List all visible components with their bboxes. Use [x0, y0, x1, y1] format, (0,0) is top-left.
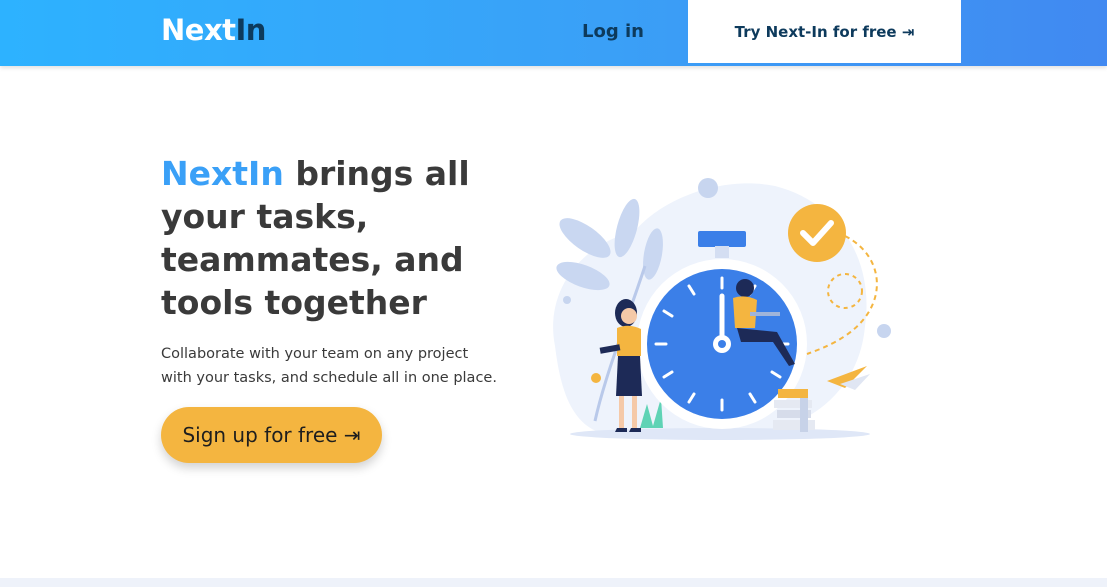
deco-dot: [698, 178, 718, 198]
ground-shadow: [570, 428, 870, 440]
hero-title: NextIn brings all your tasks, teammates,…: [161, 152, 491, 324]
top-nav-bar: NextIn Log in Try Next-In for free ⇥: [0, 0, 1107, 66]
deco-dot: [591, 373, 601, 383]
logo-part-in: In: [235, 13, 267, 47]
bottom-section-edge: [0, 578, 1107, 587]
clock-teamwork-illustration: [553, 178, 891, 440]
nextin-logo[interactable]: NextIn: [161, 13, 266, 47]
login-link[interactable]: Log in: [582, 21, 644, 42]
checkmark-badge-icon: [788, 204, 846, 262]
signup-button[interactable]: Sign up for free ⇥: [161, 407, 382, 463]
deco-dot: [563, 296, 571, 304]
logo-part-next: Next: [161, 13, 236, 47]
hero-subtitle: Collaborate with your team on any projec…: [161, 346, 497, 386]
try-free-button[interactable]: Try Next-In for free ⇥: [688, 0, 961, 63]
hero-title-brand: NextIn: [161, 154, 284, 193]
deco-dot: [877, 324, 891, 338]
